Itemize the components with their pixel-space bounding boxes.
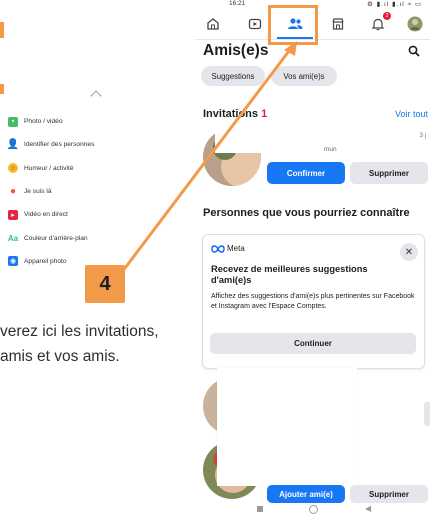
- background-color-icon: Aa: [7, 233, 19, 243]
- suggestions-heading: Personnes que vous pourriez connaître: [203, 207, 410, 219]
- search-icon[interactable]: [408, 44, 420, 57]
- marketplace-icon[interactable]: [328, 14, 348, 34]
- menu-item-photo[interactable]: ▪ Photo / vidéo: [8, 110, 198, 133]
- menu-item-feeling[interactable]: ☺ Humeur / activité: [8, 157, 198, 180]
- invitations-heading: Invitations 1: [203, 108, 267, 120]
- orange-accent-bar: [0, 22, 4, 38]
- mutual-friends: mun: [324, 146, 337, 153]
- notification-badge: 2: [383, 12, 391, 20]
- see-all-link[interactable]: Voir tout: [395, 109, 428, 119]
- add-friend-button[interactable]: Ajouter ami(e): [267, 485, 345, 503]
- delete-button[interactable]: Supprimer: [350, 162, 428, 184]
- tag-people-icon: 👤: [6, 139, 20, 151]
- step-number-badge: 4: [85, 265, 125, 303]
- request-time: 3 j: [419, 133, 426, 139]
- menu-item-label: Appareil photo: [24, 257, 67, 265]
- menu-item-live-video[interactable]: ▸ Vidéo en direct: [8, 203, 198, 226]
- profile-avatar[interactable]: [405, 14, 425, 34]
- remove-suggestion-button[interactable]: Supprimer: [350, 485, 428, 503]
- menu-item-tag-people[interactable]: 👤 Identifier des personnes: [6, 133, 198, 156]
- location-icon: ●: [9, 186, 17, 198]
- notifications-icon[interactable]: 2: [368, 12, 391, 34]
- android-nav-bar: ◀: [195, 504, 430, 517]
- status-icons: ⚙ ▮.ıl ▮.ıl ≈ ▭: [366, 1, 422, 8]
- friends-tab-highlight: [268, 5, 318, 45]
- chip-suggestions[interactable]: Suggestions: [201, 66, 265, 86]
- tutorial-text-line: amis et vos amis.: [0, 348, 120, 365]
- back-icon[interactable]: ◀: [365, 504, 371, 513]
- accounts-center-card: Meta ✕ Recevez de meilleures suggestions…: [202, 234, 425, 369]
- redacted-region: [217, 368, 357, 486]
- tutorial-left-page: ▪ Photo / vidéo 👤 Identifier des personn…: [0, 0, 200, 517]
- tutorial-text-line: verez ici les invitations,: [0, 323, 159, 340]
- video-icon[interactable]: [245, 14, 265, 34]
- menu-item-label: Je suis là: [24, 188, 52, 196]
- continue-button[interactable]: Continuer: [210, 333, 416, 354]
- page-title: Amis(e)s: [203, 42, 269, 59]
- menu-item-location[interactable]: ● Je suis là: [8, 180, 198, 203]
- chevron-up-icon: [90, 90, 102, 102]
- menu-item-label: Photo / vidéo: [24, 118, 63, 126]
- home-icon[interactable]: [203, 14, 223, 34]
- invitations-count: 1: [261, 108, 268, 120]
- card-title: Recevez de meilleures suggestions d'ami(…: [211, 264, 368, 285]
- home-button-icon[interactable]: [309, 505, 318, 514]
- photo-icon: ▪: [8, 116, 18, 127]
- post-options-list: ▪ Photo / vidéo 👤 Identifier des personn…: [6, 110, 198, 273]
- chip-your-friends[interactable]: Vos ami(e)s: [271, 66, 337, 86]
- feeling-icon: ☺: [8, 163, 18, 174]
- menu-item-label: Identifier des personnes: [24, 141, 95, 149]
- orange-accent-bar: [0, 84, 4, 94]
- meta-logo: Meta: [211, 244, 245, 253]
- status-time: 16:21: [229, 0, 246, 7]
- menu-item-label: Couleur d'arrière-plan: [24, 234, 88, 242]
- menu-item-label: Vidéo en direct: [24, 211, 68, 219]
- invitations-title: Invitations: [203, 108, 259, 120]
- camera-icon: ◉: [8, 256, 18, 267]
- card-description: Affichez des suggestions d'ami(e)s plus …: [211, 293, 415, 310]
- facebook-friends-screen: 16:21 ⚙ ▮.ıl ▮.ıl ≈ ▭ 2 Amis(e)s Suggest…: [195, 0, 430, 517]
- recents-icon[interactable]: [257, 506, 263, 512]
- menu-item-background-color[interactable]: Aa Couleur d'arrière-plan: [8, 226, 198, 249]
- confirm-button[interactable]: Confirmer: [267, 162, 345, 184]
- menu-item-label: Humeur / activité: [24, 164, 74, 172]
- redacted-name: [215, 125, 336, 153]
- scroll-peek: [424, 402, 430, 426]
- live-video-icon: ▸: [8, 209, 18, 220]
- meta-brand-label: Meta: [227, 244, 245, 253]
- close-icon[interactable]: ✕: [400, 243, 418, 261]
- meta-infinity-icon: [211, 244, 225, 253]
